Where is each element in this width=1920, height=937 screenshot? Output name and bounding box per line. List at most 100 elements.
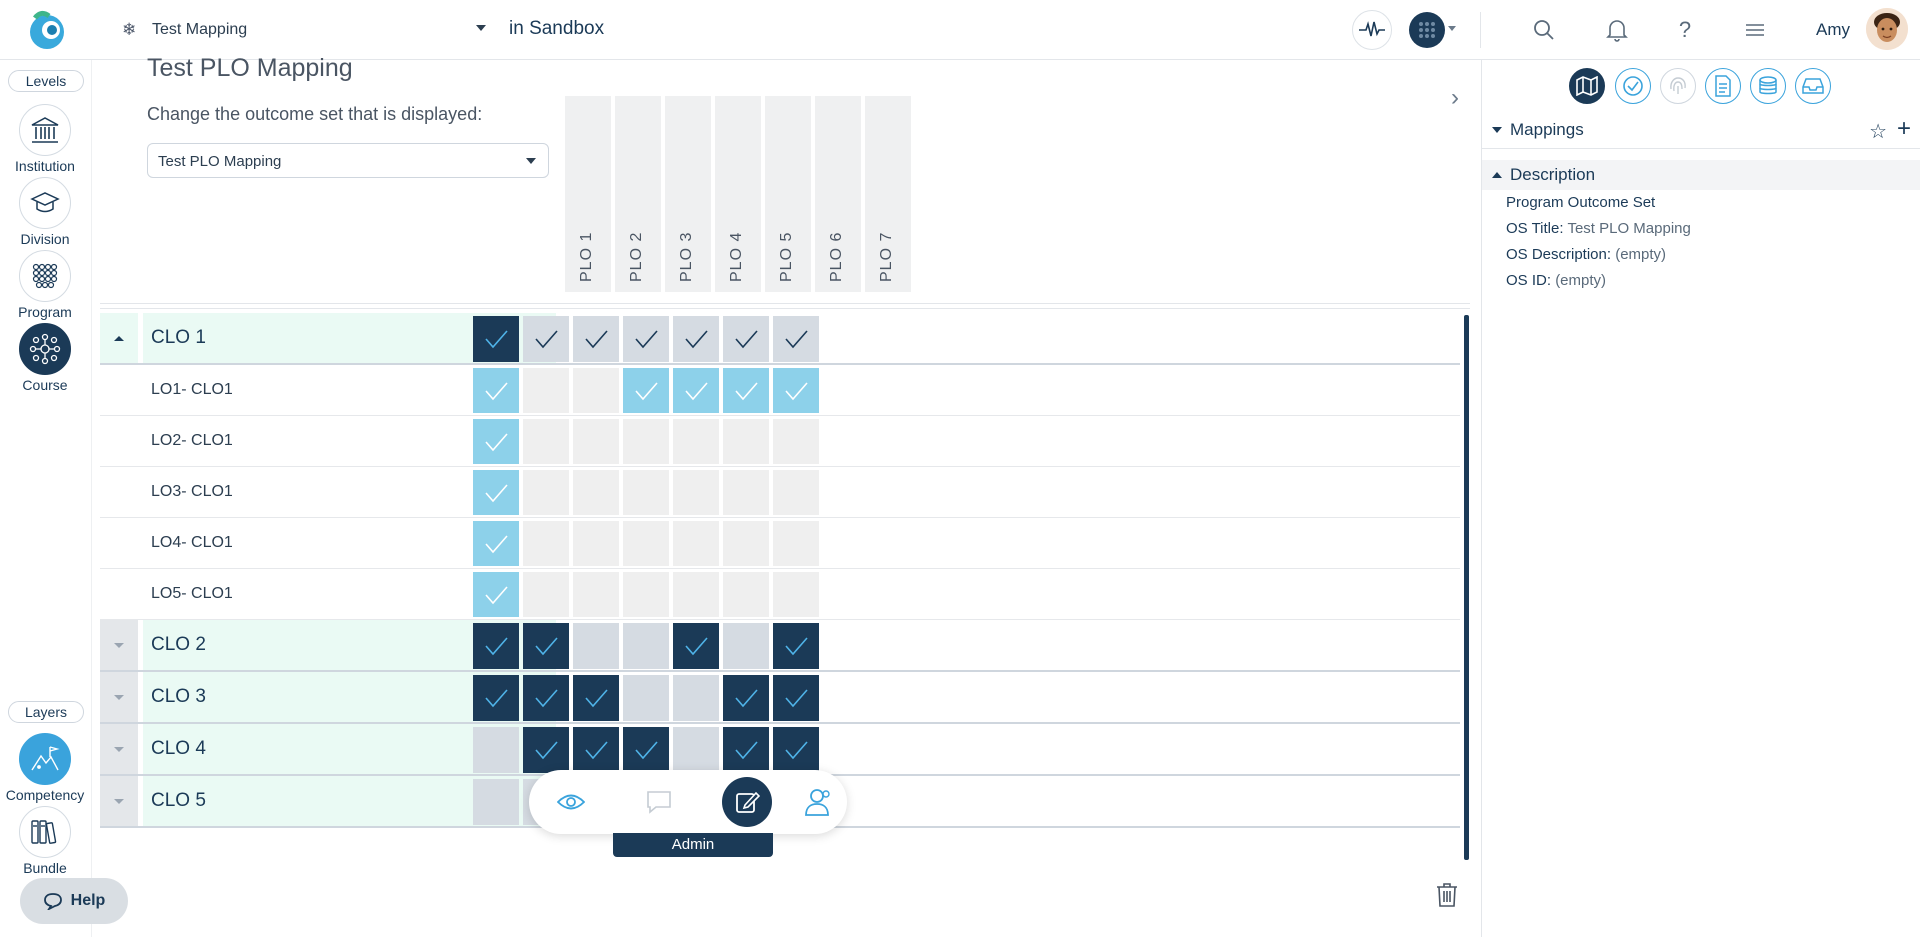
mapping-cell-checked[interactable] [523, 316, 569, 362]
mapping-cell-checked[interactable] [623, 316, 669, 362]
mapping-cell-checked[interactable] [573, 675, 619, 721]
map-icon[interactable] [1569, 68, 1605, 104]
layer-competency[interactable]: Competency [0, 733, 90, 803]
mapping-cell-checked[interactable] [773, 368, 819, 413]
mapping-cell[interactable] [673, 521, 719, 566]
search-icon[interactable] [1530, 16, 1558, 44]
comment-icon[interactable] [634, 777, 684, 827]
column-header-plo4[interactable]: PLO 4 [715, 96, 761, 292]
mapping-cell[interactable] [623, 470, 669, 515]
column-header-plo5[interactable]: PLO 5 [765, 96, 811, 292]
mapping-cell[interactable] [573, 572, 619, 617]
mapping-cell-checked[interactable] [523, 727, 569, 773]
mapping-cell-checked[interactable] [673, 368, 719, 413]
mapping-cell-checked[interactable] [523, 623, 569, 669]
mapping-cell[interactable] [723, 572, 769, 617]
level-course[interactable]: Course [0, 323, 90, 393]
mapping-cell[interactable] [523, 368, 569, 413]
lo-row[interactable]: LO3- CLO1 [100, 467, 1460, 518]
avatar[interactable] [1866, 8, 1908, 50]
apps-caret-icon[interactable] [1448, 26, 1456, 31]
mapping-cell[interactable] [773, 470, 819, 515]
mapping-cell-checked[interactable] [673, 623, 719, 669]
view-eye-icon[interactable] [546, 777, 596, 827]
mapping-cell-checked[interactable] [473, 470, 519, 515]
user-name[interactable]: Amy [1816, 20, 1850, 40]
clo-row[interactable]: CLO 1 [100, 313, 1460, 365]
mapping-cell-checked[interactable] [473, 521, 519, 566]
expand-row-icon[interactable] [100, 620, 138, 670]
inbox-icon[interactable] [1795, 68, 1831, 104]
mapping-cell[interactable] [773, 419, 819, 464]
mapping-cell[interactable] [723, 521, 769, 566]
mapping-cell[interactable] [523, 470, 569, 515]
apps-grid-icon[interactable] [1409, 12, 1445, 48]
mapping-cell-checked[interactable] [773, 675, 819, 721]
mapping-cell-checked[interactable] [473, 368, 519, 413]
fingerprint-icon[interactable] [1660, 68, 1696, 104]
mapping-cell[interactable] [673, 470, 719, 515]
header-divider[interactable] [100, 303, 1470, 309]
collapse-row-icon[interactable] [100, 313, 138, 363]
check-circle-icon[interactable] [1615, 68, 1651, 104]
column-header-plo6[interactable]: PLO 6 [815, 96, 861, 292]
mapping-cell-checked[interactable] [723, 727, 769, 773]
trash-icon[interactable] [1436, 882, 1458, 915]
mapping-cell[interactable] [773, 521, 819, 566]
mapping-cell-checked[interactable] [723, 368, 769, 413]
star-icon[interactable]: ☆ [1869, 119, 1887, 144]
clo-row[interactable]: CLO 3 [100, 672, 1460, 724]
app-logo-icon[interactable] [25, 8, 69, 52]
lo-row[interactable]: LO1- CLO1 [100, 365, 1460, 416]
mapping-cell[interactable] [723, 623, 769, 669]
expand-row-icon[interactable] [100, 672, 138, 722]
mapping-cell[interactable] [623, 675, 669, 721]
users-icon[interactable] [794, 777, 844, 827]
expand-row-icon[interactable] [100, 776, 138, 826]
layer-bundle[interactable]: Bundle [0, 806, 90, 876]
mapping-cell[interactable] [523, 572, 569, 617]
clo-row[interactable]: CLO 4 [100, 724, 1460, 776]
level-division[interactable]: Division [0, 177, 90, 247]
mapping-cell-checked[interactable] [473, 419, 519, 464]
mapping-cell[interactable] [573, 419, 619, 464]
mapping-cell[interactable] [623, 572, 669, 617]
mapping-cell-checked[interactable] [523, 675, 569, 721]
column-header-plo3[interactable]: PLO 3 [665, 96, 711, 292]
mapping-cell[interactable] [773, 572, 819, 617]
mapping-cell[interactable] [673, 675, 719, 721]
level-institution[interactable]: Institution [0, 104, 90, 174]
mapping-cell-checked[interactable] [773, 727, 819, 773]
mapping-cell[interactable] [723, 470, 769, 515]
mapping-cell[interactable] [573, 470, 619, 515]
description-section-header[interactable]: Description [1482, 160, 1920, 190]
mapping-cell-checked[interactable] [473, 316, 519, 362]
mapping-cell-checked[interactable] [723, 316, 769, 362]
mapping-cell[interactable] [473, 727, 519, 773]
mapping-cell[interactable] [623, 521, 669, 566]
scrollbar[interactable] [1464, 315, 1469, 860]
lo-row[interactable]: LO4- CLO1 [100, 518, 1460, 569]
document-icon[interactable] [1705, 68, 1741, 104]
edit-icon[interactable] [722, 777, 772, 827]
expand-row-icon[interactable] [100, 724, 138, 774]
mapping-cell-checked[interactable] [623, 368, 669, 413]
mapping-cell-checked[interactable] [773, 316, 819, 362]
mapping-cell-checked[interactable] [473, 675, 519, 721]
menu-icon[interactable] [1741, 16, 1769, 44]
mapping-cell[interactable] [573, 368, 619, 413]
mapping-cell[interactable] [573, 521, 619, 566]
mapping-cell[interactable] [473, 779, 519, 825]
bell-icon[interactable] [1603, 16, 1631, 44]
mapping-cell[interactable] [623, 419, 669, 464]
mapping-cell[interactable] [723, 419, 769, 464]
lo-row[interactable]: LO5- CLO1 [100, 569, 1460, 620]
mapping-cell-checked[interactable] [573, 316, 619, 362]
column-header-plo7[interactable]: PLO 7 [865, 96, 911, 292]
activity-icon[interactable] [1352, 10, 1392, 50]
add-icon[interactable]: + [1897, 115, 1911, 143]
clo-row[interactable]: CLO 2 [100, 620, 1460, 672]
mapping-cell[interactable] [623, 623, 669, 669]
help-icon[interactable]: ? [1671, 16, 1699, 44]
mapping-cell-checked[interactable] [473, 572, 519, 617]
